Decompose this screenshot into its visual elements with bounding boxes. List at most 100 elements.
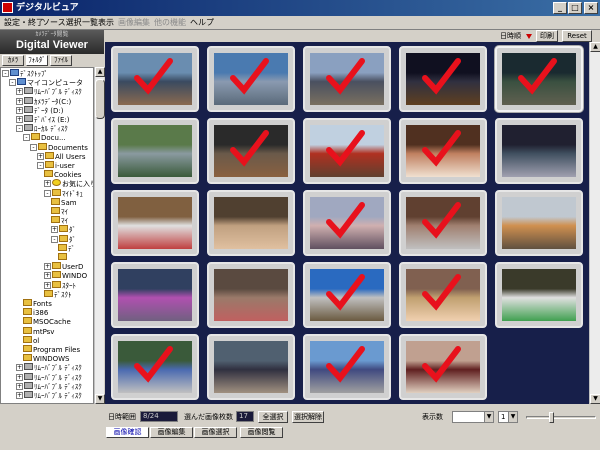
computer-icon [10,69,19,76]
expand-icon[interactable]: + [16,97,23,105]
sidebar-header: ｶﾒﾗﾃﾞｰﾀ閲覧 Digital Viewer [0,30,104,54]
photo-thumbnail[interactable] [111,190,199,256]
tree-item-label: ﾃﾞｽｸﾄ [54,290,72,299]
expand-icon[interactable]: + [44,263,51,271]
collapse-icon[interactable]: - [23,134,30,142]
expand-icon[interactable]: + [16,373,23,381]
photo-image [118,125,192,177]
checkmark-icon [422,130,461,167]
sort-arrow-icon[interactable] [526,34,532,39]
photo-thumbnail[interactable] [399,46,487,112]
scroll-down-icon[interactable]: ▼ [95,394,105,404]
collapse-icon[interactable]: - [2,70,9,77]
expand-icon[interactable]: + [16,116,23,123]
photo-thumbnail[interactable] [495,46,583,112]
folder-icon [59,234,68,242]
expand-icon[interactable]: + [44,272,51,280]
collapse-icon[interactable]: - [9,79,16,87]
minimize-icon[interactable]: _ [553,2,567,14]
menu-item-help[interactable]: ヘルプ [188,17,216,29]
photo-thumbnail[interactable] [495,118,583,184]
tree-item[interactable]: + ﾘﾑｰﾊﾞﾌﾞﾙ ﾃﾞｨｽｸ [16,391,82,401]
folder-icon [23,335,32,343]
photo-thumbnail[interactable] [303,118,391,184]
photo-thumbnail[interactable] [399,118,487,184]
checkmark-icon [326,202,365,239]
collapse-icon[interactable]: - [51,235,58,243]
photo-thumbnail[interactable] [399,334,487,400]
folder-icon [58,253,67,260]
bottom-tab[interactable]: 画像確認 [106,427,149,438]
tree-item-label: Sam [61,198,77,207]
scroll-up-icon[interactable]: ▲ [95,67,105,77]
photo-image [214,269,288,321]
expand-icon[interactable]: + [16,88,23,96]
photo-thumbnail[interactable] [111,262,199,328]
collapse-icon[interactable]: - [30,143,37,151]
menu-bar: 設定・終了 ソース選択 一覧表示 画像編集 他の機能 ヘルプ [0,16,600,30]
collapse-icon[interactable]: - [44,189,51,197]
scrollbar-thumb[interactable] [95,79,105,119]
bottom-tab[interactable]: 画像選択 [194,427,237,438]
display-count-select[interactable]: ▼ [452,411,494,423]
menu-item-other-functions[interactable]: 他の機能 [152,17,188,29]
page-select[interactable]: 1 ▼ [498,411,518,423]
chevron-down-icon[interactable]: ▼ [508,412,517,422]
folder-icon [51,207,60,214]
photo-thumbnail[interactable] [303,334,391,400]
collapse-icon[interactable]: - [37,162,44,169]
reset-button[interactable]: Reset [562,30,592,42]
expand-icon[interactable]: + [16,392,23,399]
zoom-slider[interactable] [526,412,596,423]
zoom-slider-knob[interactable] [549,412,554,423]
photo-thumbnail[interactable] [207,262,295,328]
expand-icon[interactable]: + [37,152,44,160]
photo-thumbnail[interactable] [207,118,295,184]
deselect-button[interactable]: 選択解除 [292,411,324,423]
photo-thumbnail[interactable] [495,190,583,256]
photo-thumbnail[interactable] [495,262,583,328]
expand-icon[interactable]: + [44,281,51,289]
tab-folder[interactable]: ﾌｫﾙﾀﾞ [26,55,48,66]
expand-icon[interactable]: + [44,180,51,188]
photo-thumbnail[interactable] [303,46,391,112]
photo-thumbnail[interactable] [207,334,295,400]
chevron-down-icon[interactable]: ▼ [484,412,493,422]
photo-thumbnail[interactable] [399,190,487,256]
maximize-icon[interactable]: □ [568,2,582,14]
tree-item-label: i-user [55,162,75,170]
expand-icon[interactable]: + [16,364,23,372]
photo-thumbnail[interactable] [111,118,199,184]
expand-icon[interactable]: + [16,106,23,114]
expand-icon[interactable]: + [51,226,58,234]
menu-item-image-edit[interactable]: 画像編集 [116,17,152,29]
photo-thumbnail[interactable] [303,190,391,256]
photo-thumbnail[interactable] [111,334,199,400]
tab-camera[interactable]: ｶﾒﾗ [2,55,24,66]
checkmark-icon [422,274,461,311]
tab-file[interactable]: ﾌｧｲﾙ [50,55,72,66]
photo-thumbnail[interactable] [303,262,391,328]
folder-icon [52,271,61,279]
select-all-button[interactable]: 全選択 [258,411,288,423]
star-icon [52,179,61,187]
menu-item-list-view[interactable]: 一覧表示 [80,17,116,29]
collapse-icon[interactable]: - [16,125,23,133]
photo-thumbnail[interactable] [111,46,199,112]
scroll-up-icon[interactable]: ▲ [590,42,600,52]
folder-tree-scrollbar[interactable]: ▲ ▼ [94,67,105,404]
menu-item-source-select[interactable]: ソース選択 [40,17,84,29]
photo-thumbnail[interactable] [207,46,295,112]
folder-tree[interactable]: - ﾃﾞｽｸﾄｯﾌﾟ - マイコンピュータ + ﾘﾑｰﾊﾞﾌﾞﾙ ﾃﾞｨｽｸ + ｶﾒﾗﾃﾞｰ… [0,67,94,404]
photo-thumbnail[interactable] [399,262,487,328]
close-icon[interactable]: × [584,2,598,14]
app-icon [2,2,13,13]
photo-thumbnail[interactable] [207,190,295,256]
expand-icon[interactable]: + [16,382,23,390]
bottom-tab[interactable]: 画像編集 [150,427,193,438]
print-button[interactable]: 印刷 [536,30,558,42]
scroll-down-icon[interactable]: ▼ [590,394,600,404]
thumbnail-scrollbar[interactable]: ▲ ▼ [589,42,600,404]
sidebar-subtitle: ｶﾒﾗﾃﾞｰﾀ閲覧 [35,31,69,38]
bottom-tab[interactable]: 画像閲覧 [240,427,283,438]
